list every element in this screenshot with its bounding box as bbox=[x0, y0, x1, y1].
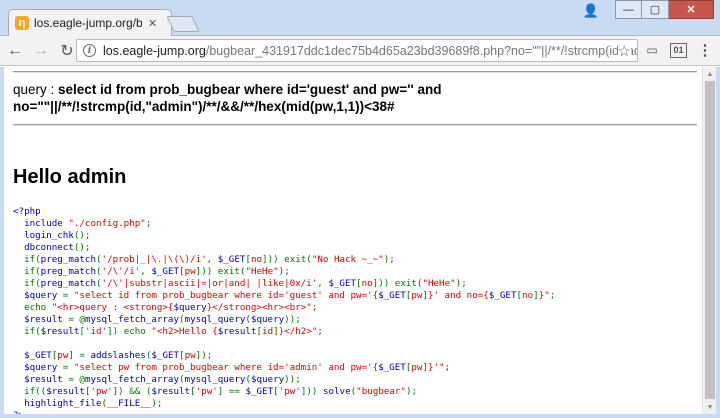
maximize-button[interactable]: ▢ bbox=[642, 0, 669, 19]
code-line: dbconnect(); bbox=[13, 242, 91, 253]
code-line: $result = @mysql_fetch_array(mysql_query… bbox=[13, 374, 301, 385]
code-line: $query = "select id from prob_bugbear wh… bbox=[13, 290, 556, 301]
code-line: login_chk(); bbox=[13, 230, 91, 241]
extension-page-icon[interactable]: ▭ bbox=[643, 41, 661, 59]
php-source-code: <?php include "./config.php"; login_chk(… bbox=[13, 206, 697, 418]
scroll-thumb[interactable] bbox=[705, 81, 715, 399]
window-controls: 👤 — ▢ ✕ bbox=[581, 0, 714, 19]
code-line: include "./config.php"; bbox=[13, 218, 152, 229]
minimize-button[interactable]: — bbox=[615, 0, 642, 19]
close-window-button[interactable]: ✕ bbox=[669, 0, 714, 19]
toolbar-extensions: ▭ 01 ⋮ bbox=[643, 41, 714, 59]
code-line: if(preg_match('/\'/i', $_GET[pw])) exit(… bbox=[13, 266, 290, 277]
forward-button[interactable]: → bbox=[30, 40, 52, 62]
code-line: if(($result['pw']) && ($result['pw'] == … bbox=[13, 386, 418, 397]
tab-title: los.eagle-jump.org/bug bbox=[34, 16, 142, 30]
page-content: query : select id from prob_bugbear wher… bbox=[13, 67, 697, 418]
code-line: highlight_file(__FILE__); bbox=[13, 398, 163, 409]
code-line: ?> bbox=[13, 410, 25, 418]
back-button[interactable]: ← bbox=[4, 40, 26, 62]
code-line: if(preg_match('/\'|substr|ascii|=|or|and… bbox=[13, 278, 467, 289]
browser-toolbar: ← → ↻ i los.eagle-jump.org/bugbear_43191… bbox=[0, 36, 720, 66]
code-line: $_GET[pw] = addslashes($_GET[pw]); bbox=[13, 350, 213, 361]
query-text: select id from prob_bugbear where id='gu… bbox=[13, 82, 442, 114]
tab-active[interactable]: η los.eagle-jump.org/bug ✕ bbox=[8, 9, 172, 36]
url-text[interactable]: los.eagle-jump.org/bugbear_431917ddc1dec… bbox=[103, 43, 638, 58]
code-line: echo "<hr>query : <strong>{$query}</stro… bbox=[13, 302, 318, 313]
page-viewport: query : select id from prob_bugbear wher… bbox=[0, 67, 720, 418]
site-favicon-icon: η bbox=[15, 16, 29, 30]
code-line: if(preg_match('/prob|_|\.|\(\)/i', $_GET… bbox=[13, 254, 395, 265]
divider-top bbox=[13, 71, 697, 73]
url-host: los.eagle-jump.org bbox=[103, 43, 206, 58]
scroll-down-arrow-icon[interactable]: ▼ bbox=[703, 400, 716, 414]
query-label: query : bbox=[13, 82, 59, 97]
vertical-scrollbar[interactable]: ▲ ▼ bbox=[702, 67, 716, 414]
tab-close-icon[interactable]: ✕ bbox=[148, 17, 157, 30]
reload-button[interactable]: ↻ bbox=[56, 40, 78, 62]
page-info-icon[interactable]: i bbox=[83, 44, 96, 57]
address-bar[interactable]: i los.eagle-jump.org/bugbear_431917ddc1d… bbox=[76, 39, 638, 62]
hello-heading: Hello admin bbox=[13, 166, 127, 188]
code-line: if($result['id']) echo "<h2>Hello {$resu… bbox=[13, 326, 323, 337]
divider-bottom bbox=[13, 124, 697, 126]
code-line: $query = "select pw from prob_bugbear wh… bbox=[13, 362, 451, 373]
browser-title-bar: η los.eagle-jump.org/bug ✕ 👤 — ▢ ✕ bbox=[0, 0, 720, 36]
profile-icon[interactable]: 👤 bbox=[581, 3, 601, 19]
query-line: query : select id from prob_bugbear wher… bbox=[13, 81, 453, 115]
url-path: /bugbear_431917ddc1dec75b4d65a23bd39689f… bbox=[205, 43, 638, 58]
bookmark-star-icon[interactable]: ☆ bbox=[617, 42, 631, 60]
extension-01-icon[interactable]: 01 bbox=[670, 42, 687, 58]
code-line: $result = @mysql_fetch_array(mysql_query… bbox=[13, 314, 301, 325]
scroll-up-arrow-icon[interactable]: ▲ bbox=[703, 67, 716, 81]
chrome-menu-icon[interactable]: ⋮ bbox=[696, 41, 714, 59]
code-line: <?php bbox=[13, 206, 41, 217]
